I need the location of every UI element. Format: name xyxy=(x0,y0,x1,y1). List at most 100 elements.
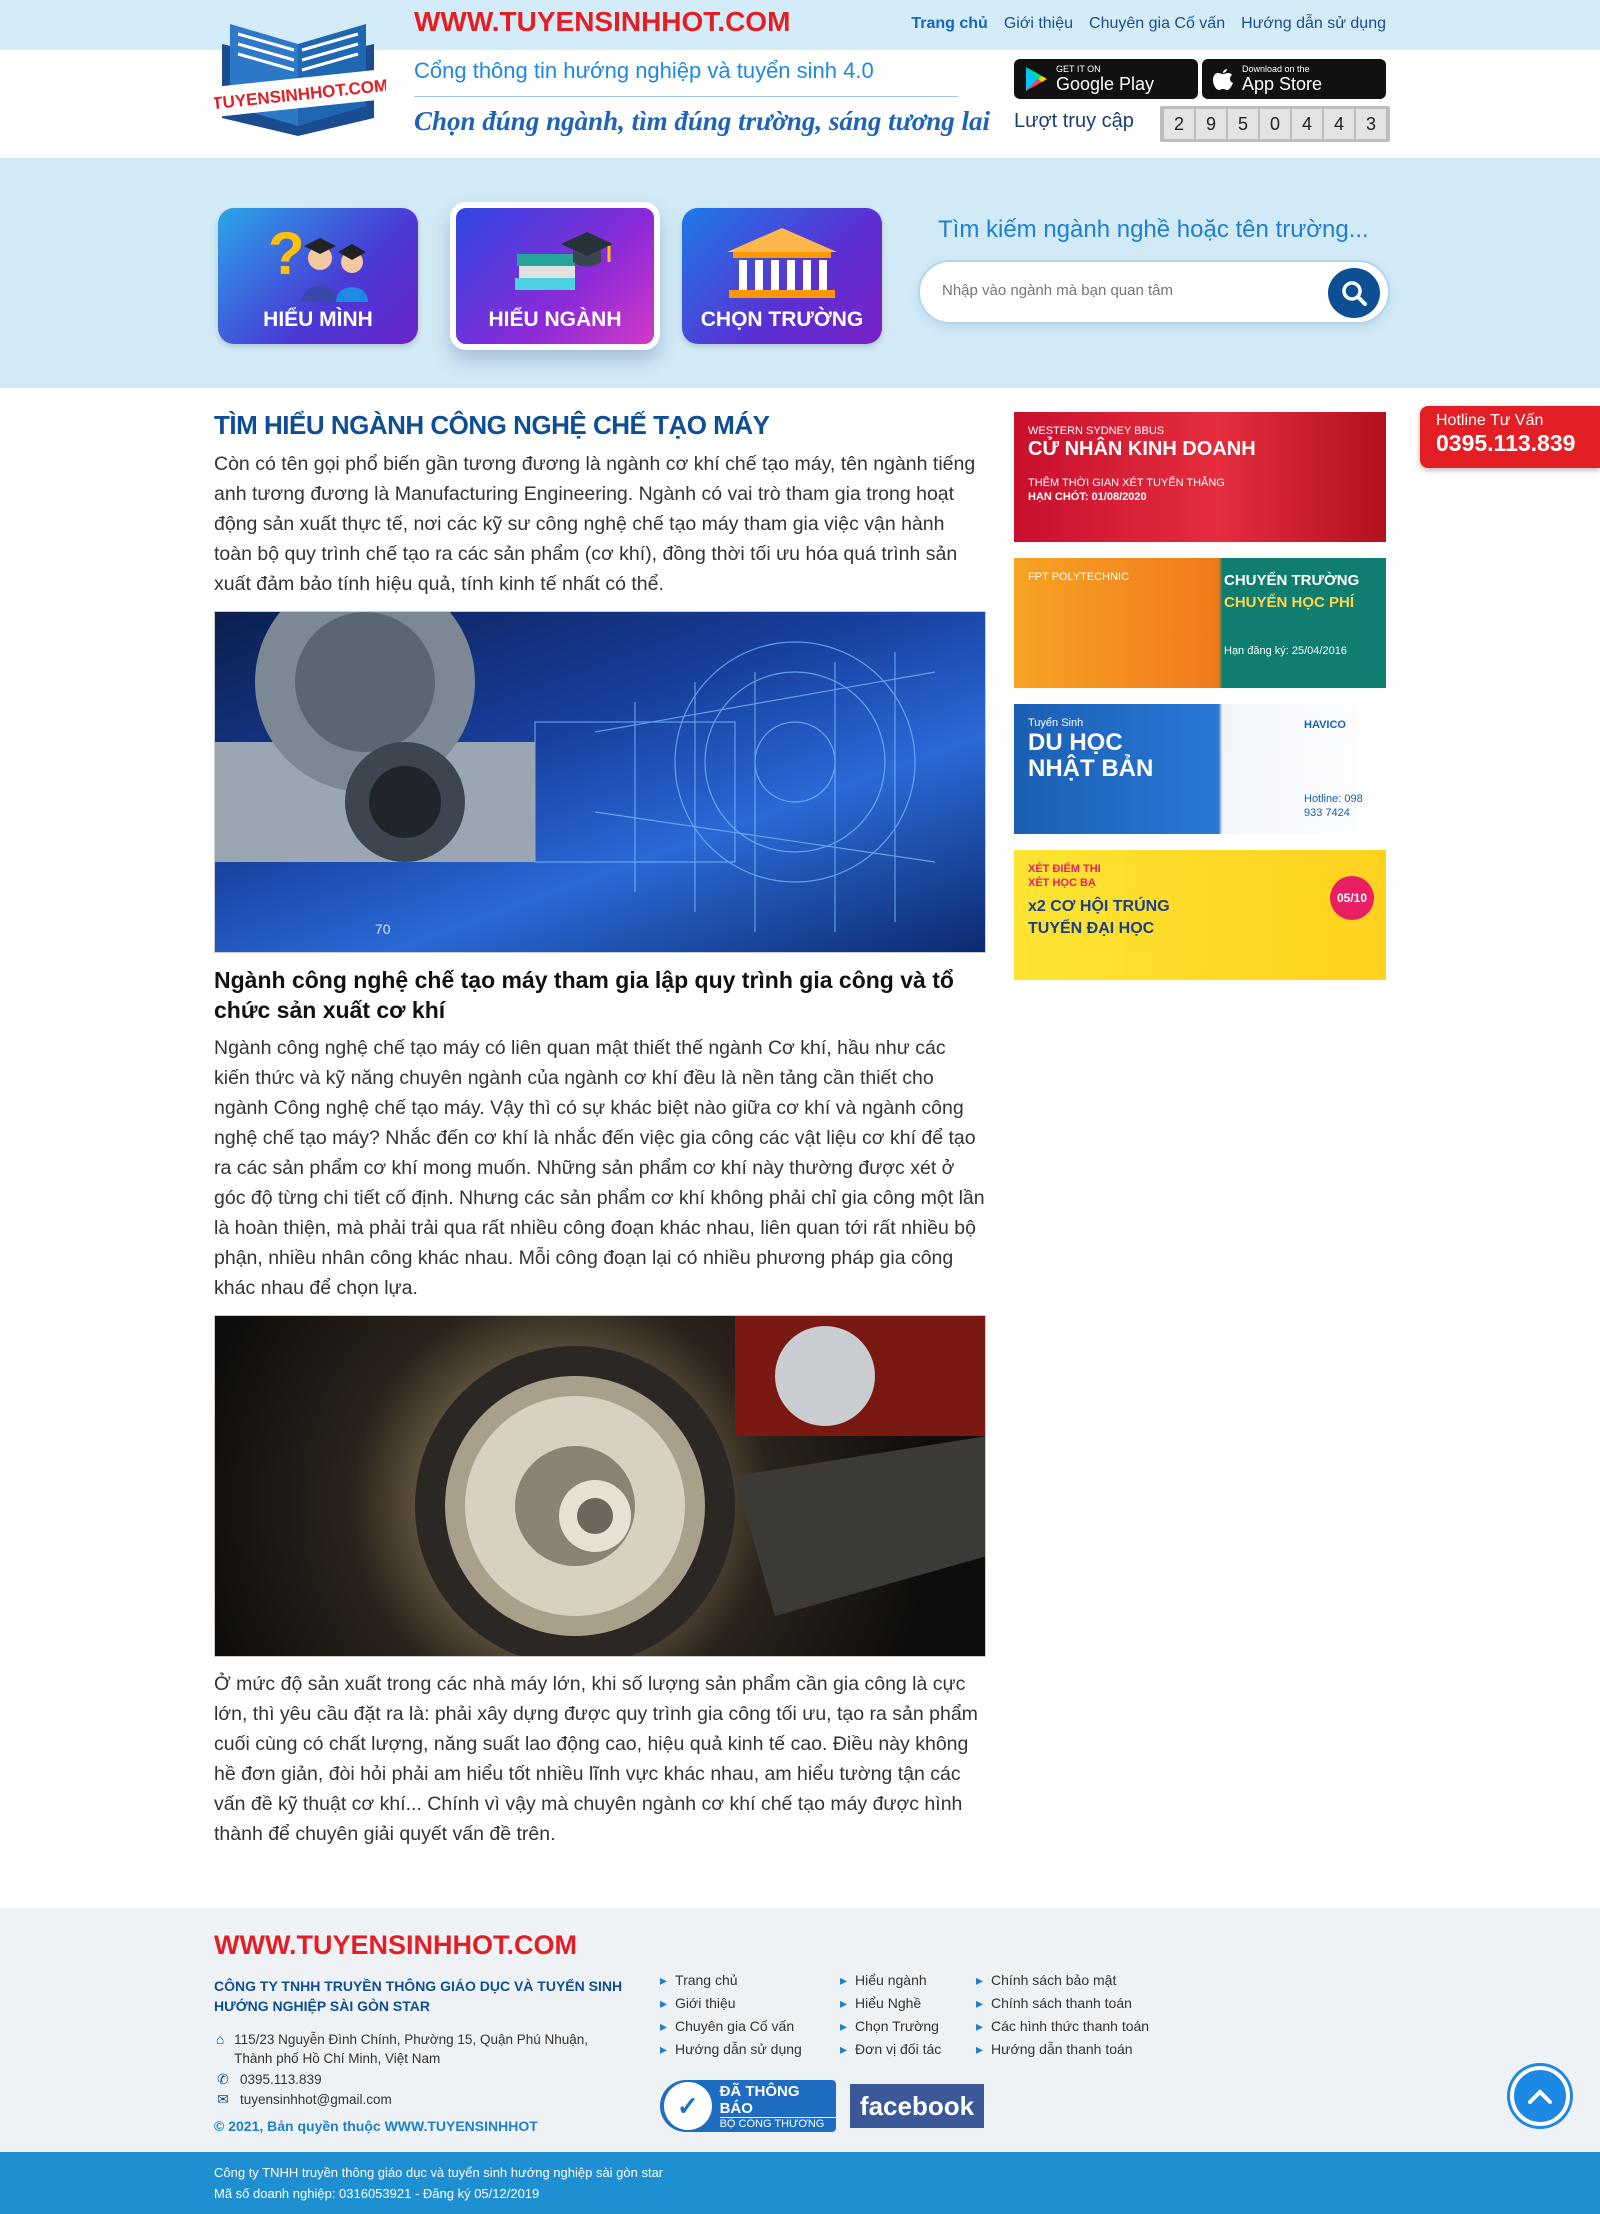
counter-digit: 0 xyxy=(1260,109,1290,139)
nav-home[interactable]: Trang chủ xyxy=(911,15,987,33)
gov-badge-line2: BỘ CÔNG THƯƠNG xyxy=(719,2116,836,2130)
counter-digit: 5 xyxy=(1228,109,1258,139)
footer-links-main: Trang chủ Giới thiệu Chuyên gia Cố vấn H… xyxy=(660,1972,802,2064)
article-paragraph: Ngành công nghệ chế tạo máy có liên quan… xyxy=(214,1037,985,1299)
footer-email: ✉ tuyensinhhot@gmail.com xyxy=(214,2090,392,2109)
gov-registered-badge[interactable]: ✓ ĐÃ THÔNG BÁO BỘ CÔNG THƯƠNG xyxy=(660,2080,836,2132)
hotline-number: 0395.113.839 xyxy=(1436,430,1576,456)
tile-hieu-minh[interactable]: ? HIỂU MÌNH xyxy=(218,208,418,344)
banner-date-badge: 05/10 xyxy=(1330,876,1374,920)
top-nav: Trang chủ Giới thiệu Chuyên gia Cố vấn H… xyxy=(911,15,1386,33)
footer-link[interactable]: Chính sách bảo mật xyxy=(976,1972,1149,1989)
google-play-small: GET IT ON xyxy=(1056,64,1101,74)
article-subheading: Ngành công nghệ chế tạo máy tham gia lập… xyxy=(214,967,954,1023)
article: TÌM HIỂU NGÀNH CÔNG NGHỆ CHẾ TẠO MÁY Còn… xyxy=(214,410,986,1861)
hotline-widget[interactable]: Hotline Tư Vấn 0395.113.839 xyxy=(1420,406,1600,468)
visit-counter: 2 9 5 0 4 4 3 xyxy=(1160,106,1390,142)
footer-links-policy: Chính sách bảo mật Chính sách thanh toán… xyxy=(976,1972,1149,2064)
site-url[interactable]: WWW.TUYENSINHHOT.COM xyxy=(414,6,790,38)
home-icon: ⌂ xyxy=(215,2031,225,2047)
search-input[interactable] xyxy=(942,282,1302,299)
nav-about[interactable]: Giới thiệu xyxy=(1004,15,1073,33)
app-store-button[interactable]: Download on the App Store xyxy=(1202,59,1386,99)
search-icon xyxy=(1342,281,1367,306)
footer-link[interactable]: Trang chủ xyxy=(660,1972,802,1989)
footer-link[interactable]: Hiểu Nghề xyxy=(840,1995,941,2012)
google-play-icon xyxy=(1026,67,1047,91)
site-logo[interactable]: TUYENSINHHOT.COM xyxy=(211,14,389,148)
footer-link[interactable]: Chuyên gia Cố vấn xyxy=(660,2018,802,2035)
banner-line: XÉT HỌC BẠ xyxy=(1028,877,1096,889)
footer-phone: ✆ 0395.113.839 xyxy=(214,2070,322,2089)
counter-digit: 2 xyxy=(1164,109,1194,139)
footer-link[interactable]: Đơn vị đối tác xyxy=(840,2041,941,2058)
banner-line: THÊM THỜI GIAN XÉT TUYỂN THẲNG xyxy=(1028,477,1225,489)
search-box xyxy=(918,260,1390,324)
banner-sub: CHUYỂN HỌC PHÍ xyxy=(1224,594,1355,611)
article-paragraph: Còn có tên gọi phổ biến gần tương đương … xyxy=(214,453,976,595)
banner-title: CHUYỂN TRƯỜNG xyxy=(1224,572,1360,589)
banner-line: HAVICO xyxy=(1304,719,1346,731)
facebook-link[interactable]: facebook xyxy=(850,2084,984,2128)
footer-link[interactable]: Chọn Trường xyxy=(840,2018,941,2035)
chevron-up-icon xyxy=(1528,2089,1552,2104)
banner-western-sydney[interactable]: WESTERN SYDNEY BBUS CỬ NHÂN KINH DOANH T… xyxy=(1014,412,1386,542)
apple-icon xyxy=(1213,69,1233,90)
blueprint-dimension: 70 xyxy=(375,921,391,937)
footer-link[interactable]: Giới thiệu xyxy=(660,1995,802,2012)
footer-link[interactable]: Hướng dẫn thanh toán xyxy=(976,2041,1149,2058)
app-store-small: Download on the xyxy=(1242,64,1310,74)
hotline-label: Hotline Tư Vấn xyxy=(1436,412,1544,429)
banner-line: Hạn đăng ký: 25/04/2016 xyxy=(1224,645,1347,657)
footer-link[interactable]: Chính sách thanh toán xyxy=(976,1995,1149,2012)
tile-chon-truong[interactable]: CHỌN TRƯỜNG xyxy=(682,208,882,344)
tile-label: CHỌN TRƯỜNG xyxy=(700,308,864,331)
search-title: Tìm kiếm ngành nghề hoặc tên trường... xyxy=(938,216,1369,243)
banner-sub: XÉT ĐIỂM THI xyxy=(1028,863,1101,875)
email-text[interactable]: tuyensinhhot@gmail.com xyxy=(240,2090,392,2109)
tagline-divider xyxy=(414,96,958,97)
banner-fpt-polytechnic[interactable]: FPT POLYTECHNIC CHUYỂN TRƯỜNG CHUYỂN HỌC… xyxy=(1014,558,1386,688)
counter-digit: 3 xyxy=(1356,109,1386,139)
nav-guide[interactable]: Hướng dẫn sử dụng xyxy=(1241,15,1386,33)
books-cap-icon xyxy=(515,232,613,290)
nav-experts[interactable]: Chuyên gia Cố vấn xyxy=(1089,15,1225,33)
footer-link[interactable]: Hướng dẫn sử dụng xyxy=(660,2041,802,2058)
gear-blueprint-image: 70 xyxy=(214,611,986,953)
banner-line: HẠN CHÓT: 01/08/2020 xyxy=(1028,491,1147,503)
banner-sub: WESTERN SYDNEY BBUS xyxy=(1028,425,1165,437)
phone-text: 0395.113.839 xyxy=(240,2072,322,2087)
article-title: TÌM HIỂU NGÀNH CÔNG NGHỆ CHẾ TẠO MÁY xyxy=(214,410,770,440)
check-icon: ✓ xyxy=(664,2082,712,2130)
google-play-big: Google Play xyxy=(1056,74,1155,94)
bottom-registration: Mã số doanh nghiệp: 0316053921 - Đăng ký… xyxy=(214,2186,540,2201)
footer-address: ⌂ 115/23 Nguyễn Đình Chính, Phường 15, Q… xyxy=(214,2030,614,2068)
gov-badge-line1: ĐÃ THÔNG BÁO xyxy=(719,2082,800,2117)
banner-title: DU HỌC NHẬT BẢN xyxy=(1028,729,1154,782)
counter-digit: 4 xyxy=(1324,109,1354,139)
slogan: Chọn đúng ngành, tìm đúng trường, sáng t… xyxy=(414,106,991,136)
banner-title: x2 CƠ HỘI TRÚNG TUYỂN ĐẠI HỌC xyxy=(1028,898,1170,937)
banner-title: CỬ NHÂN KINH DOANH xyxy=(1028,438,1256,460)
graduates-question-icon: ? xyxy=(268,222,368,302)
footer-site-url[interactable]: WWW.TUYENSINHHOT.COM xyxy=(214,1930,577,1961)
footer-link[interactable]: Hiểu ngành xyxy=(840,1972,941,1989)
engine-gear-image xyxy=(214,1315,986,1657)
banner-havico[interactable]: Tuyển Sinh DU HỌC NHẬT BẢN HAVICO Hotlin… xyxy=(1014,704,1386,834)
scroll-top-button[interactable] xyxy=(1510,2066,1570,2126)
mail-icon: ✉ xyxy=(217,2091,229,2107)
tile-hieu-nganh[interactable]: HIỂU NGÀNH xyxy=(450,202,660,350)
visits-label: Lượt truy cập xyxy=(1014,110,1134,132)
building-columns-icon xyxy=(727,228,837,298)
svg-text:?: ? xyxy=(268,222,305,287)
app-store-big: App Store xyxy=(1242,74,1323,94)
google-play-button[interactable]: GET IT ON Google Play xyxy=(1014,59,1198,99)
banner-xet-tuyen[interactable]: XÉT ĐIỂM THI XÉT HỌC BẠ x2 CƠ HỘI TRÚNG … xyxy=(1014,850,1386,980)
bottom-company: Công ty TNHH truyền thông giáo dục và tu… xyxy=(214,2165,664,2180)
search-button[interactable] xyxy=(1328,268,1380,318)
footer-links-explore: Hiểu ngành Hiểu Nghề Chọn Trường Đơn vị … xyxy=(840,1972,941,2064)
footer-link[interactable]: Các hình thức thanh toán xyxy=(976,2018,1149,2035)
tile-label: HIỂU MÌNH xyxy=(263,308,373,331)
footer-company: CÔNG TY TNHH TRUYỀN THÔNG GIÁO DỤC VÀ TU… xyxy=(214,1978,623,2014)
counter-digit: 4 xyxy=(1292,109,1322,139)
